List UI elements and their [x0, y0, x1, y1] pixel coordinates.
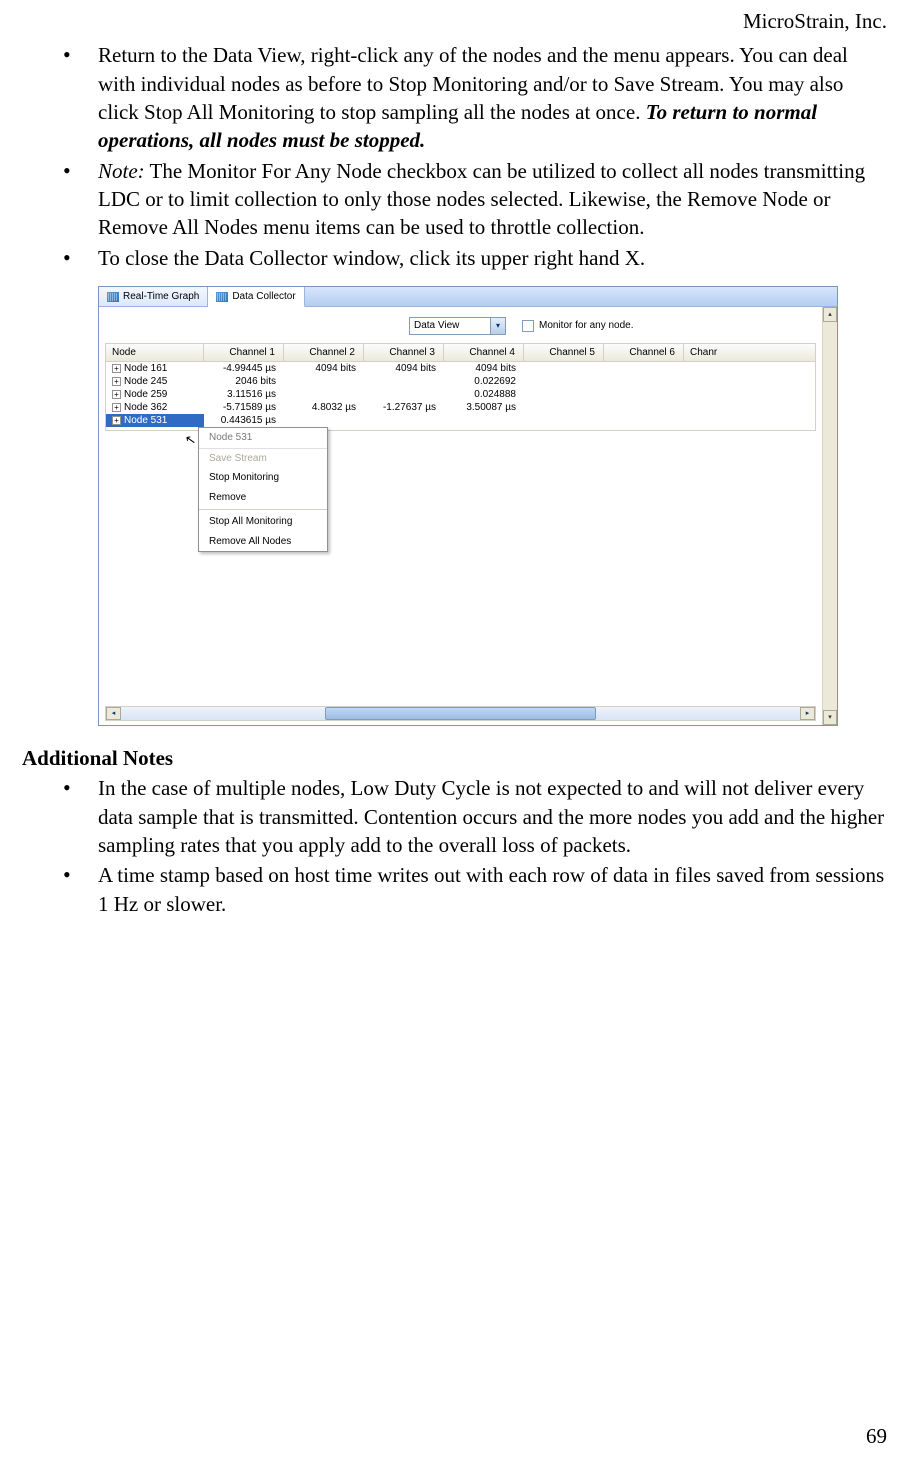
checkbox-label: Monitor for any node.	[539, 319, 634, 333]
cell: 0.022692	[444, 375, 524, 388]
cell: 4094 bits	[364, 362, 444, 375]
node-label: Node 245	[124, 375, 167, 389]
page-header-company: MicroStrain, Inc.	[20, 7, 887, 35]
menu-separator	[199, 509, 327, 510]
cell: 0.443615 µs	[204, 414, 284, 427]
cell	[364, 388, 444, 401]
col-header-channel1[interactable]: Channel 1	[204, 344, 284, 361]
cell: -5.71589 µs	[204, 401, 284, 414]
scroll-down-icon[interactable]: ▾	[823, 710, 837, 725]
note-prefix: Note:	[98, 159, 145, 183]
bullet-item: In the case of multiple nodes, Low Duty …	[98, 774, 887, 859]
data-grid: Node Channel 1 Channel 2 Channel 3 Chann…	[105, 343, 816, 431]
menu-item-stop-monitoring[interactable]: Stop Monitoring	[199, 468, 327, 488]
scroll-track[interactable]	[121, 707, 800, 720]
tab-label: Real-Time Graph	[123, 290, 199, 304]
cell: 4094 bits	[444, 362, 524, 375]
bullet-item: To close the Data Collector window, clic…	[98, 244, 887, 272]
menu-item-stop-all-monitoring[interactable]: Stop All Monitoring	[199, 512, 327, 532]
tab-realtime-graph[interactable]: Real-Time Graph	[99, 287, 208, 306]
chevron-down-icon[interactable]: ▾	[490, 318, 505, 334]
scroll-left-icon[interactable]: ◂	[106, 707, 121, 720]
bullet-item: Return to the Data View, right-click any…	[98, 41, 887, 154]
bullet-item: Note: The Monitor For Any Node checkbox …	[98, 157, 887, 242]
plus-icon[interactable]: +	[112, 403, 121, 412]
node-label: Node 161	[124, 362, 167, 376]
table-row[interactable]: +Node 362 -5.71589 µs 4.8032 µs -1.27637…	[106, 401, 815, 414]
cell: 3.11516 µs	[204, 388, 284, 401]
bottom-bullet-list: In the case of multiple nodes, Low Duty …	[20, 774, 887, 918]
cell: 0.024888	[444, 388, 524, 401]
cell: 2046 bits	[204, 375, 284, 388]
scroll-right-icon[interactable]: ▸	[800, 707, 815, 720]
checkbox-icon[interactable]	[522, 320, 534, 332]
cell: 3.50087 µs	[444, 401, 524, 414]
context-menu: Node 531 Save Stream Stop Monitoring Rem…	[198, 427, 328, 552]
plus-icon[interactable]: +	[112, 416, 121, 425]
col-header-node[interactable]: Node	[106, 344, 204, 361]
monitor-any-node-checkbox[interactable]: Monitor for any node.	[522, 319, 634, 333]
col-header-channel2[interactable]: Channel 2	[284, 344, 364, 361]
bullet-text: In the case of multiple nodes, Low Duty …	[98, 776, 884, 857]
toolbar: Data View ▾ Monitor for any node.	[99, 307, 822, 343]
cell: 4094 bits	[284, 362, 364, 375]
plus-icon[interactable]: +	[112, 364, 121, 373]
bullet-text: The Monitor For Any Node checkbox can be…	[98, 159, 865, 240]
table-row[interactable]: +Node 161 -4.99445 µs 4094 bits 4094 bit…	[106, 362, 815, 375]
scroll-up-icon[interactable]: ▴	[823, 307, 837, 322]
menu-item-save-stream[interactable]: Save Stream	[199, 449, 327, 469]
col-header-channel5[interactable]: Channel 5	[524, 344, 604, 361]
table-row[interactable]: +Node 245 2046 bits 0.022692	[106, 375, 815, 388]
scroll-thumb[interactable]	[325, 707, 597, 720]
bullet-item: A time stamp based on host time writes o…	[98, 861, 887, 918]
grid-header: Node Channel 1 Channel 2 Channel 3 Chann…	[106, 344, 815, 362]
menu-item-remove[interactable]: Remove	[199, 488, 327, 508]
node-label: Node 362	[124, 401, 167, 415]
col-header-channel3[interactable]: Channel 3	[364, 344, 444, 361]
tab-data-collector[interactable]: Data Collector	[208, 287, 304, 307]
horizontal-scrollbar[interactable]: ◂ ▸	[105, 706, 816, 721]
cell	[284, 388, 364, 401]
bullet-text: To close the Data Collector window, clic…	[98, 246, 645, 270]
cell: -4.99445 µs	[204, 362, 284, 375]
grid-body: +Node 161 -4.99445 µs 4094 bits 4094 bit…	[106, 362, 815, 430]
plus-icon[interactable]: +	[112, 377, 121, 386]
window-tab-bar: Real-Time Graph Data Collector	[99, 287, 837, 307]
embedded-screenshot: Real-Time Graph Data Collector Data View…	[98, 286, 838, 726]
additional-notes-heading: Additional Notes	[20, 744, 887, 772]
col-header-channel4[interactable]: Channel 4	[444, 344, 524, 361]
node-label: Node 259	[124, 388, 167, 402]
table-row[interactable]: +Node 259 3.11516 µs 0.024888	[106, 388, 815, 401]
cell: -1.27637 µs	[364, 401, 444, 414]
plus-icon[interactable]: +	[112, 390, 121, 399]
chart-icon	[107, 292, 119, 302]
view-select[interactable]: Data View ▾	[409, 317, 506, 335]
cell	[284, 375, 364, 388]
chart-icon	[216, 292, 228, 302]
col-header-channel7[interactable]: Chanr	[684, 344, 732, 361]
tab-label: Data Collector	[232, 290, 295, 304]
bullet-text: A time stamp based on host time writes o…	[98, 863, 884, 915]
combo-value: Data View	[410, 319, 490, 333]
context-menu-title: Node 531	[199, 428, 327, 449]
cell: 4.8032 µs	[284, 401, 364, 414]
col-header-channel6[interactable]: Channel 6	[604, 344, 684, 361]
cursor-icon: ↖	[184, 430, 198, 449]
cell	[364, 375, 444, 388]
vertical-scrollbar[interactable]: ▴ ▾	[822, 307, 837, 725]
top-bullet-list: Return to the Data View, right-click any…	[20, 41, 887, 272]
menu-item-remove-all-nodes[interactable]: Remove All Nodes	[199, 532, 327, 552]
table-row-selected[interactable]: +Node 531 0.443615 µs	[106, 414, 815, 427]
page-number: 69	[866, 1422, 887, 1450]
node-label: Node 531	[124, 414, 167, 428]
